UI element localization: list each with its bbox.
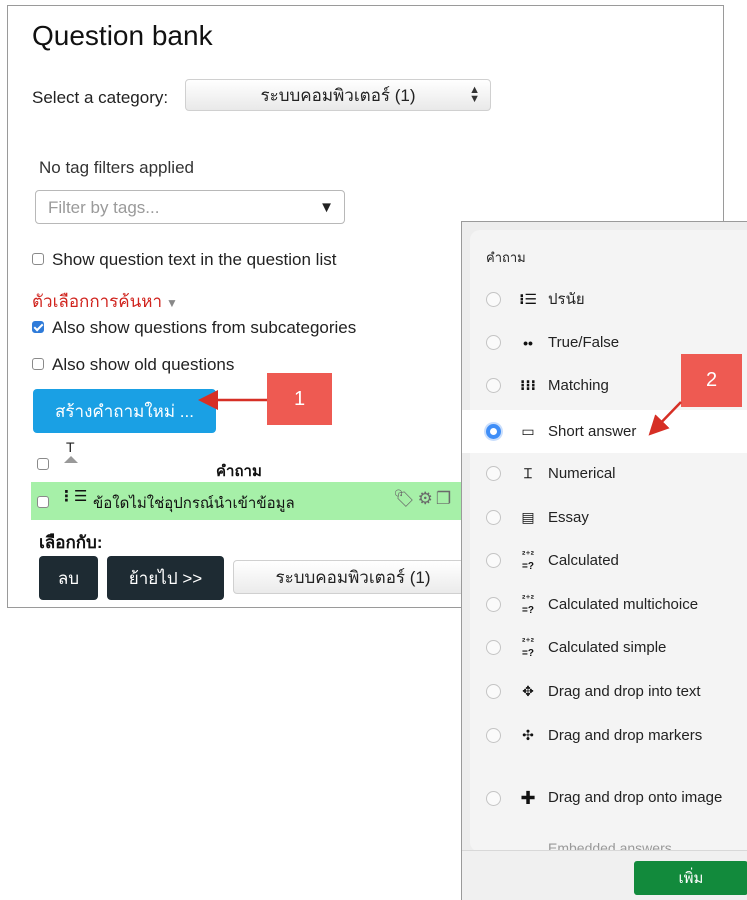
qtype-label: Calculated [548,551,619,569]
qtype-label: Numerical [548,464,616,482]
move-to-button[interactable]: ย้ายไป >> [107,556,224,600]
chooser-heading: คำถาม [486,250,526,265]
sort-ascending-icon[interactable] [64,456,78,463]
select-arrows-icon: ▲ ▼ [469,84,480,105]
tag-filter-placeholder: Filter by tags... [48,198,160,217]
tag-icon[interactable]: 🏷 [393,489,418,508]
qtype-option-multichoice[interactable]: ⁝☰ ปรนัย [462,278,747,321]
radio-button-selected[interactable] [486,424,501,439]
essay-icon: ▤ [521,509,535,525]
category-select[interactable]: ระบบคอมพิวเตอร์ (1) ▲ ▼ [185,79,491,111]
caret-down-icon: ▼ [166,296,178,310]
question-type-chooser: คำถาม ⁝☰ ปรนัย •• True/False ⁝⁝⁝ Matchin… [461,221,747,900]
select-all-checkbox[interactable] [37,458,49,470]
table-row: ⋮☰ ข้อใดไม่ใช่อุปกรณ์นำเข้าข้อมูล 🏷⚙❐ [31,482,471,520]
column-header-question[interactable]: คำถาม [216,459,262,483]
old-questions-checkbox[interactable] [32,358,44,371]
calculated-simple-icon: ²⁺² =? [522,636,534,659]
subcategories-checkbox[interactable] [32,321,44,334]
delete-button[interactable]: ลบ [39,556,98,600]
old-questions-option[interactable]: Also show old questions [32,355,234,375]
radio-button[interactable] [486,684,501,699]
qtype-label: ปรนัย [548,290,585,308]
qtype-option-calculatedsimple[interactable]: ²⁺² =? Calculated simple [462,626,747,669]
question-text: ข้อใดไม่ใช่อุปกรณ์นำเข้าข้อมูล [93,495,295,512]
move-target-select[interactable]: ระบบคอมพิวเตอร์ (1) [233,560,473,594]
with-selected-label: เลือกกับ: [39,533,103,552]
tag-filter-status: No tag filters applied [39,158,194,177]
radio-button[interactable] [486,292,501,307]
old-questions-label: Also show old questions [52,355,235,374]
create-new-question-button[interactable]: สร้างคำถามใหม่ ... [33,389,216,433]
radio-button[interactable] [486,335,501,350]
list-icon: ⁝☰ [519,291,537,307]
ddimage-icon: ✚ [520,787,536,808]
subcategories-label: Also show questions from subcategories [52,318,357,337]
qtype-label: Drag and drop into text [548,682,701,700]
dropdown-triangle-icon[interactable]: ▼ [319,199,334,216]
show-question-text-label: Show question text in the question list [52,250,337,269]
qtype-option-calculated[interactable]: ²⁺² =? Calculated [462,539,747,582]
row-checkbox[interactable] [37,496,49,508]
qtype-option-ddmarker[interactable]: ✣ Drag and drop markers [462,714,747,757]
radio-button[interactable] [486,510,501,525]
gear-icon[interactable]: ⚙ [418,489,436,508]
annotation-callout-2: 2 [681,354,742,407]
qtype-label: Drag and drop onto image [548,789,723,806]
radio-button[interactable] [486,553,501,568]
qtype-option-ddimage[interactable]: ✚ Drag and drop onto image [462,766,747,830]
radio-button[interactable] [486,640,501,655]
page-title: Question bank [32,20,213,51]
qtype-option-shortanswer[interactable]: ▭ Short answer [462,410,747,453]
qtype-label: Short answer [548,422,637,440]
annotation-callout-1: 1 [267,373,332,425]
qtype-option-essay[interactable]: ▤ Essay [462,496,747,539]
ddmarker-icon: ✣ [522,727,534,743]
qtype-option-calculatedmulti[interactable]: ²⁺² =? Calculated multichoice [462,583,747,626]
qtype-label: Essay [548,508,589,526]
qtype-label: Drag and drop markers [548,726,703,744]
subcategories-option[interactable]: Also show questions from subcategories [32,318,356,338]
search-options-toggle[interactable]: ตัวเลือกการค้นหา ▼ [32,288,178,315]
qtype-label: Calculated simple [548,638,667,656]
ddwtos-icon: ✥ [522,683,534,699]
radio-button[interactable] [486,466,501,481]
qtype-label: Calculated multichoice [548,595,699,613]
numerical-icon: ⌶ [523,465,533,481]
radio-button[interactable] [486,597,501,612]
short-answer-icon: ▭ [521,423,535,439]
category-select-value: ระบบคอมพิวเตอร์ (1) [260,85,416,105]
row-actions: 🏷⚙❐ [393,489,454,509]
calculated-icon: ²⁺² =? [522,549,534,572]
multichoice-icon: ⋮☰ [59,488,88,505]
qtype-label: True/False [548,333,620,351]
calculated-multichoice-icon: ²⁺² =? [522,593,534,616]
dots-icon: •• [523,334,533,351]
qtype-option-ddwtos[interactable]: ✥ Drag and drop into text [462,670,747,713]
show-question-text-checkbox[interactable] [32,253,44,266]
qtype-option-numerical[interactable]: ⌶ Numerical [462,452,747,495]
chooser-footer: เพิ่ม [462,850,747,900]
copy-icon[interactable]: ❐ [436,489,454,508]
matching-icon: ⁝⁝⁝ [520,377,536,393]
radio-button[interactable] [486,728,501,743]
radio-button[interactable] [486,790,501,806]
tag-filter-input[interactable]: Filter by tags... ▼ [35,190,345,224]
search-options-label: ตัวเลือกการค้นหา [32,292,163,311]
show-question-text-option[interactable]: Show question text in the question list [32,250,336,270]
category-label: Select a category: [32,88,169,107]
radio-button[interactable] [486,378,501,393]
add-button[interactable]: เพิ่ม [634,861,747,895]
sort-type-label[interactable]: T [66,439,75,455]
